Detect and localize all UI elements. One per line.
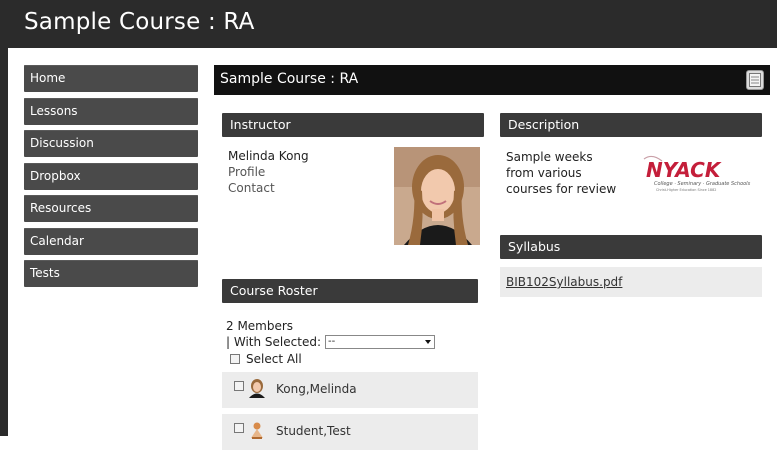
course-title: Sample Course : RA — [220, 71, 359, 87]
avatar — [249, 379, 265, 398]
select-all-row: Select All — [230, 352, 478, 366]
select-all-label: Select All — [246, 352, 302, 366]
syllabus-body: BIB102Syllabus.pdf — [500, 267, 762, 297]
sidebar-nav: Home Lessons Discussion Dropbox Resource… — [24, 65, 198, 293]
instructor-photo — [394, 147, 480, 245]
left-column: Instructor Melinda Kong Profile Contact — [222, 113, 484, 267]
main-panel: Sample Course : RA Instructor Melinda Ko… — [214, 65, 770, 450]
with-selected-value: -- — [327, 336, 336, 347]
syllabus-file-link[interactable]: BIB102Syllabus.pdf — [506, 275, 622, 289]
sidebar-item-home[interactable]: Home — [24, 65, 198, 92]
default-user-icon — [251, 422, 263, 439]
description-text: Sample weeks from various courses for re… — [506, 150, 617, 196]
description-panel: Sample weeks from various courses for re… — [500, 137, 762, 237]
sidebar-item-tests[interactable]: Tests — [24, 260, 198, 287]
syllabus-heading: Syllabus — [500, 235, 762, 259]
sidebar-item-lessons[interactable]: Lessons — [24, 97, 198, 125]
instructor-heading: Instructor — [222, 113, 484, 137]
member-checkbox[interactable] — [234, 381, 244, 391]
member-checkbox[interactable] — [234, 423, 244, 433]
list-item: Kong,Melinda — [222, 372, 478, 408]
profile-link[interactable]: Profile — [228, 165, 265, 179]
nyack-logo: NYACK College · Seminary · Graduate Scho… — [640, 151, 760, 195]
list-item: Student,Test — [222, 414, 478, 450]
content-area: Home Lessons Discussion Dropbox Resource… — [8, 48, 777, 450]
instructor-name: Melinda Kong — [228, 149, 309, 163]
logo-tagline: Christ-Higher Education Since 1882 — [656, 188, 716, 192]
with-selected-dropdown[interactable]: -- — [324, 335, 435, 349]
sidebar-item-resources[interactable]: Resources — [24, 195, 198, 222]
sidebar-item-dropbox[interactable]: Dropbox — [24, 162, 198, 190]
logo-text: NYACK — [646, 158, 722, 182]
app-frame: Sample Course : RA Home Lessons Discussi… — [0, 0, 777, 450]
chevron-down-icon — [424, 340, 431, 344]
select-all-checkbox[interactable] — [230, 354, 240, 364]
contact-link[interactable]: Contact — [228, 181, 275, 195]
member-count: 2 Members — [226, 319, 294, 333]
with-selected-row: | With Selected: -- — [226, 335, 478, 349]
right-column: Description Sample weeks from various co… — [500, 113, 762, 297]
sidebar-item-calendar[interactable]: Calendar — [24, 227, 198, 255]
description-heading: Description — [500, 113, 762, 137]
course-header: Sample Course : RA — [214, 65, 770, 95]
logo-subtext: College · Seminary · Graduate Schools — [654, 181, 751, 187]
syllabus-section: Syllabus BIB102Syllabus.pdf — [500, 235, 762, 297]
sidebar-item-discussion[interactable]: Discussion — [24, 130, 198, 157]
document-icon[interactable] — [746, 70, 764, 90]
with-selected-label: | With Selected: — [226, 335, 321, 349]
instructor-panel: Melinda Kong Profile Contact — [222, 137, 484, 267]
header-bar: Sample Course : RA — [8, 0, 777, 48]
roster-heading: Course Roster — [222, 279, 478, 303]
member-name[interactable]: Kong,Melinda — [276, 382, 357, 396]
roster-section: Course Roster 2 Members | With Selected:… — [222, 279, 478, 450]
page-title: Sample Course : RA — [24, 9, 255, 35]
